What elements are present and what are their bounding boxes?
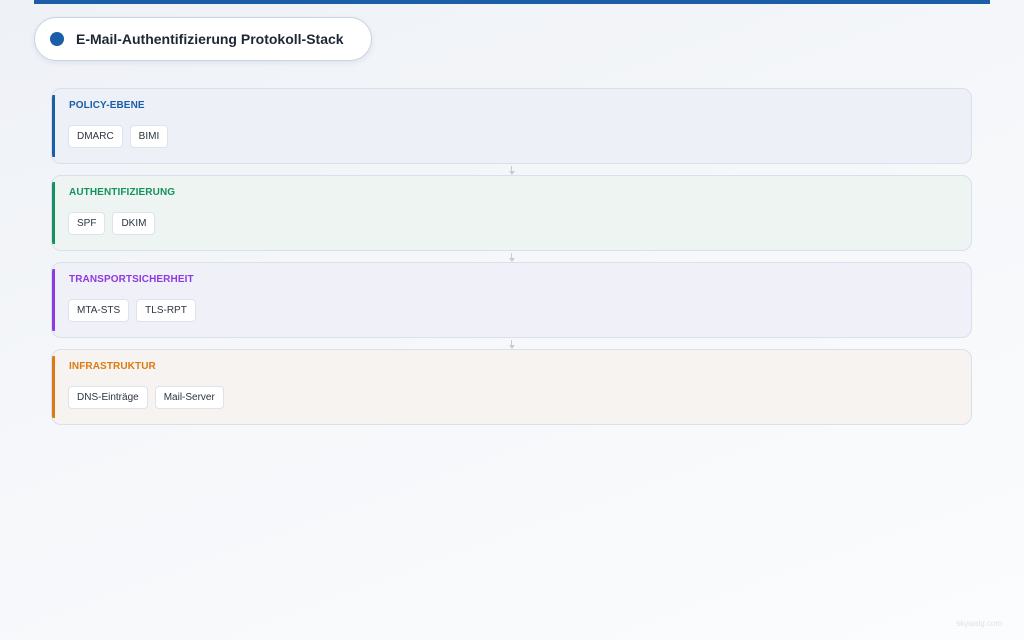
protocol-chip-bimi: BIMI — [129, 125, 169, 148]
protocol-chip-mta-sts: MTA-STS — [68, 299, 130, 322]
layer-title: POLICY-EBENE — [69, 100, 145, 111]
layer-accent-bar — [52, 269, 55, 331]
protocol-chip-dmarc: DMARC — [68, 125, 123, 148]
protocol-chip-dns-eintraege: DNS-Einträge — [68, 386, 148, 409]
diagram-title: E-Mail-Authentifizierung Protokoll-Stack — [76, 31, 344, 47]
layer-accent-bar — [52, 95, 55, 157]
watermark: skywalg.com — [956, 619, 1002, 628]
layer-infrastruktur: INFRASTRUKTUR DNS-Einträge Mail-Server — [51, 349, 972, 425]
layer-items: DMARC BIMI — [68, 125, 169, 148]
diagram-title-pill: E-Mail-Authentifizierung Protokoll-Stack — [34, 17, 372, 61]
layer-title: AUTHENTIFIZIERUNG — [69, 187, 176, 198]
layer-items: SPF DKIM — [68, 212, 156, 235]
layer-accent-bar — [52, 356, 55, 418]
layer-policy-ebene: POLICY-EBENE DMARC BIMI — [51, 88, 972, 164]
protocol-chip-spf: SPF — [68, 212, 106, 235]
title-dot-icon — [50, 32, 64, 46]
layer-items: DNS-Einträge Mail-Server — [68, 386, 224, 409]
layer-accent-bar — [52, 182, 55, 244]
layer-authentifizierung: AUTHENTIFIZIERUNG SPF DKIM — [51, 175, 972, 251]
layer-title: TRANSPORTSICHERHEIT — [69, 274, 194, 285]
protocol-chip-dkim: DKIM — [112, 212, 156, 235]
protocol-chip-tls-rpt: TLS-RPT — [136, 299, 196, 322]
protocol-chip-mail-server: Mail-Server — [154, 386, 224, 409]
top-accent-bar — [34, 0, 990, 4]
layer-items: MTA-STS TLS-RPT — [68, 299, 196, 322]
layer-title: INFRASTRUKTUR — [69, 361, 156, 372]
layer-transportsicherheit: TRANSPORTSICHERHEIT MTA-STS TLS-RPT — [51, 262, 972, 338]
